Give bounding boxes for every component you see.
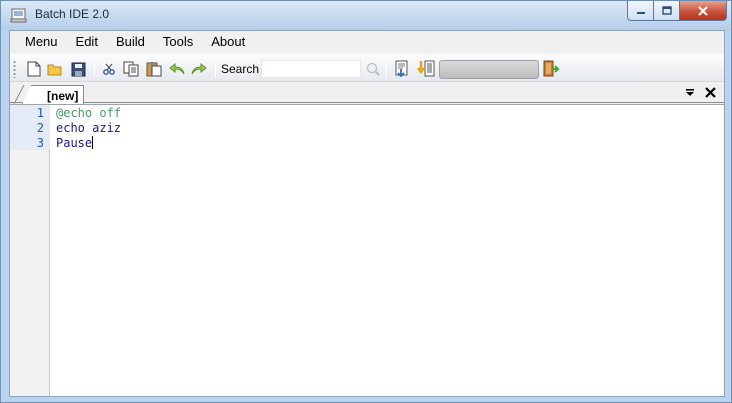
new-file-button[interactable] bbox=[24, 59, 44, 79]
title-bar[interactable]: Batch IDE 2.0 bbox=[1, 1, 731, 30]
search-label: Search bbox=[221, 62, 260, 76]
code-line[interactable]: Pause bbox=[56, 136, 94, 151]
undo-icon bbox=[169, 62, 185, 75]
progress-bar bbox=[439, 60, 539, 79]
menu-item-tools[interactable]: Tools bbox=[154, 31, 202, 53]
code-editor[interactable]: 1 2 3 @echo off echo aziz Pause bbox=[10, 104, 724, 396]
undo-button[interactable] bbox=[167, 59, 187, 79]
tab-strip: [new] bbox=[10, 83, 724, 104]
code-line[interactable]: echo aziz bbox=[56, 121, 121, 136]
new-file-icon bbox=[27, 61, 41, 77]
maximize-icon bbox=[661, 6, 672, 15]
copy-icon bbox=[123, 61, 138, 77]
compile-button[interactable] bbox=[392, 59, 412, 79]
text-caret bbox=[92, 136, 94, 149]
code-line-text: echo aziz bbox=[56, 121, 122, 135]
paste-icon bbox=[146, 62, 162, 77]
exit-button[interactable] bbox=[541, 59, 561, 79]
line-number: 3 bbox=[36, 136, 44, 150]
tab-close-button[interactable] bbox=[703, 85, 719, 101]
redo-button[interactable] bbox=[189, 59, 209, 79]
find-button[interactable] bbox=[363, 59, 383, 79]
paste-button[interactable] bbox=[144, 59, 164, 79]
open-folder-icon bbox=[47, 64, 62, 76]
toolbar-grip[interactable] bbox=[13, 60, 16, 78]
menu-item-build[interactable]: Build bbox=[107, 31, 154, 53]
code-line-text: @echo off bbox=[56, 106, 122, 120]
close-icon bbox=[705, 87, 716, 98]
save-icon bbox=[71, 62, 85, 76]
chevron-down-icon bbox=[686, 89, 694, 96]
line-number: 2 bbox=[36, 121, 44, 135]
client-area: Menu Edit Build Tools About Search [new]… bbox=[9, 30, 725, 397]
menu-bar: Menu Edit Build Tools About bbox=[10, 31, 724, 53]
tab-new[interactable]: [new] bbox=[22, 85, 84, 104]
save-button[interactable] bbox=[68, 59, 88, 79]
exit-icon bbox=[543, 60, 560, 77]
redo-icon bbox=[191, 62, 207, 75]
code-line-text: Pause bbox=[56, 136, 93, 150]
menu-item-about[interactable]: About bbox=[202, 31, 254, 53]
app-icon[interactable] bbox=[10, 6, 28, 24]
line-number-gutter: 1 2 3 bbox=[10, 105, 50, 396]
line-number: 1 bbox=[36, 106, 44, 120]
run-icon bbox=[417, 60, 435, 77]
maximize-button[interactable] bbox=[654, 1, 680, 21]
search-input[interactable] bbox=[261, 60, 361, 78]
close-icon bbox=[698, 5, 708, 16]
run-button[interactable] bbox=[416, 59, 436, 79]
find-icon bbox=[366, 62, 380, 76]
window-title: Batch IDE 2.0 bbox=[35, 7, 110, 21]
main-window: Batch IDE 2.0 Menu Edit Build Tools Abou… bbox=[0, 0, 732, 403]
menu-item-edit[interactable]: Edit bbox=[67, 31, 107, 53]
tab-edge bbox=[13, 84, 25, 104]
cut-button[interactable] bbox=[99, 59, 119, 79]
close-button[interactable] bbox=[680, 1, 727, 21]
tab-label: [new] bbox=[47, 89, 79, 103]
menu-item-menu[interactable]: Menu bbox=[16, 31, 67, 53]
minimize-icon bbox=[636, 11, 645, 14]
code-line[interactable]: @echo off bbox=[56, 106, 121, 121]
open-button[interactable] bbox=[45, 59, 65, 79]
cut-icon bbox=[103, 63, 115, 75]
toolbar: Search bbox=[10, 54, 724, 82]
compile-icon bbox=[395, 60, 408, 78]
tab-list-button[interactable] bbox=[683, 86, 697, 100]
copy-button[interactable] bbox=[121, 59, 141, 79]
minimize-button[interactable] bbox=[627, 1, 654, 21]
